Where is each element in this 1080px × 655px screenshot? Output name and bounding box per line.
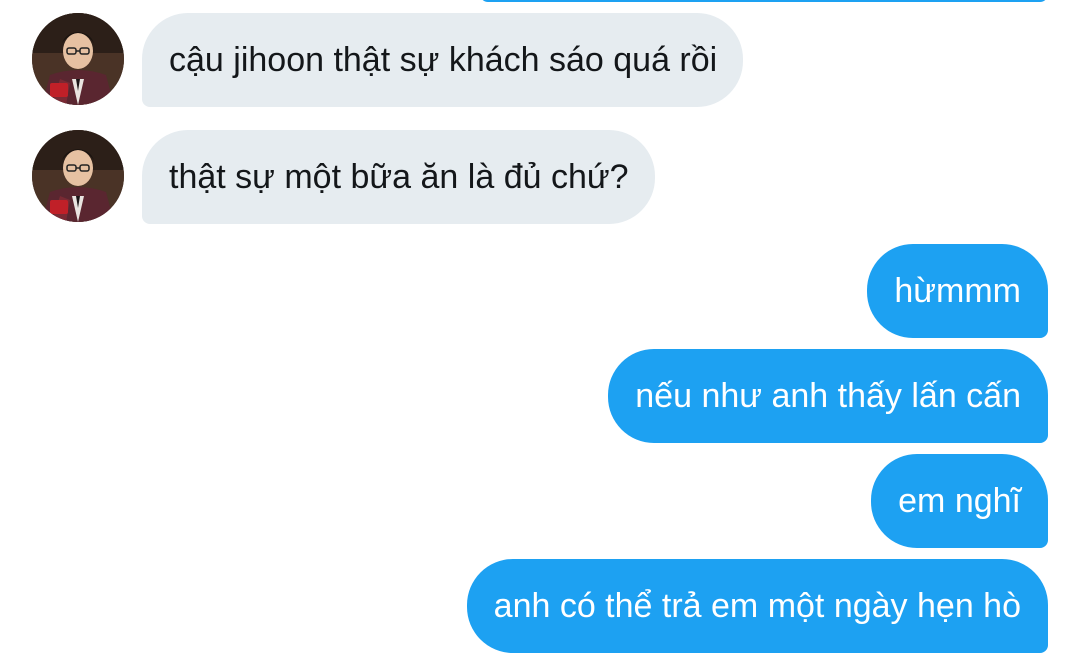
message-text: thật sự một bữa ăn là đủ chứ? <box>169 157 629 196</box>
avatar[interactable] <box>32 130 124 222</box>
message-text: hừmmm <box>894 271 1021 310</box>
outgoing-bubble[interactable]: anh có thể trả em một ngày hẹn hò <box>466 559 1048 653</box>
avatar[interactable] <box>32 13 124 105</box>
previous-outgoing-bubble-edge <box>480 0 1048 2</box>
outgoing-bubble[interactable]: hừmmm <box>867 244 1048 338</box>
message-text: nếu như anh thấy lấn cấn <box>635 376 1021 415</box>
incoming-bubble[interactable]: cậu jihoon thật sự khách sáo quá rồi <box>142 13 744 107</box>
outgoing-bubble[interactable]: nếu như anh thấy lấn cấn <box>608 349 1048 443</box>
profile-photo-icon <box>32 130 124 222</box>
incoming-bubble[interactable]: thật sự một bữa ăn là đủ chứ? <box>142 130 655 224</box>
profile-photo-icon <box>32 13 124 105</box>
chat-thread: cậu jihoon thật sự khách sáo quá rồi thậ… <box>0 0 1080 655</box>
message-text: anh có thể trả em một ngày hẹn hò <box>493 586 1021 625</box>
message-text: em nghĩ <box>898 481 1021 520</box>
outgoing-bubble[interactable]: em nghĩ <box>871 454 1048 548</box>
message-text: cậu jihoon thật sự khách sáo quá rồi <box>169 40 718 79</box>
